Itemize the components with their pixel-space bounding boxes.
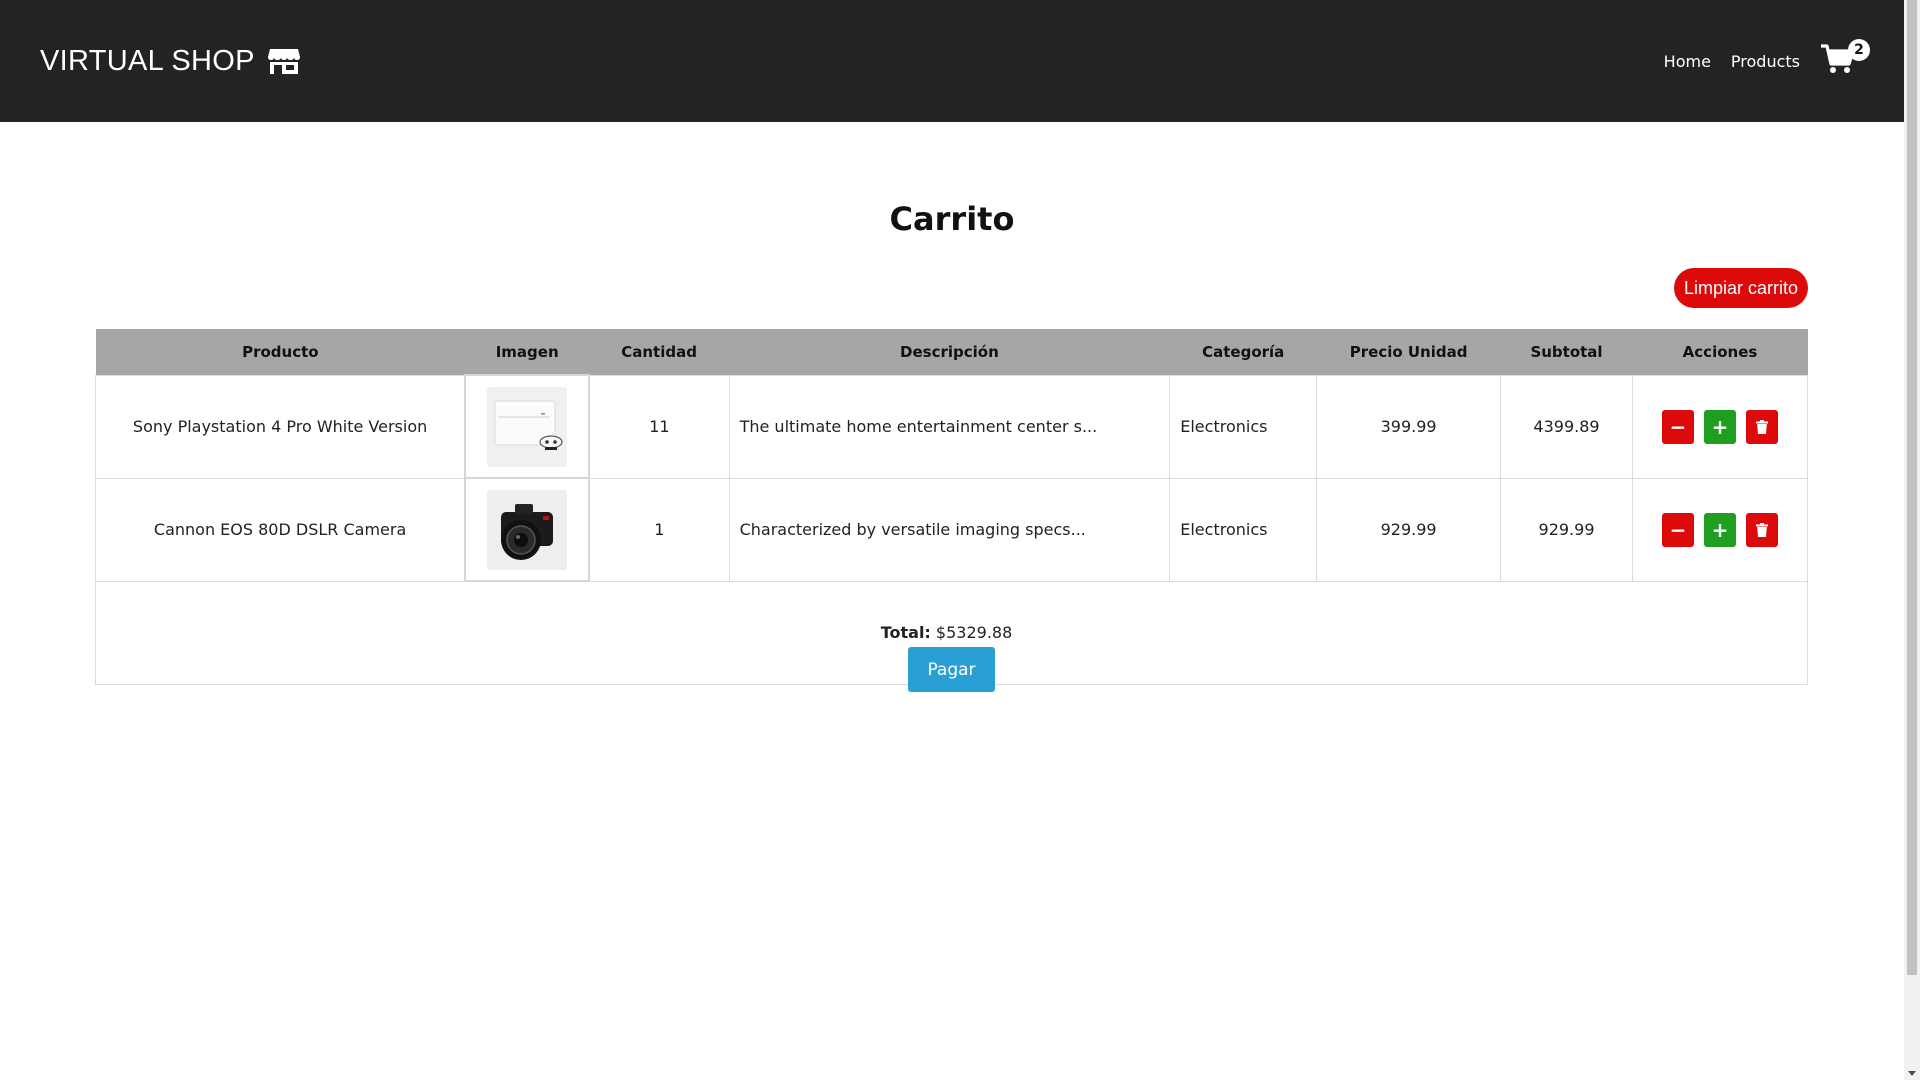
page-title: Carrito: [889, 200, 1015, 238]
scrollbar-thumb[interactable]: [1907, 0, 1917, 975]
decrease-quantity-button[interactable]: −: [1661, 512, 1694, 547]
trash-icon: [1755, 415, 1768, 439]
product-unit-price: 929.99: [1316, 477, 1502, 582]
column-header-category: Categoría: [1169, 329, 1317, 375]
column-header-actions: Acciones: [1632, 329, 1808, 375]
pay-button[interactable]: Pagar: [908, 647, 995, 692]
column-header-subtotal: Subtotal: [1500, 329, 1633, 375]
product-category: Electronics: [1169, 374, 1318, 479]
product-quantity: 1: [588, 477, 730, 582]
product-quantity: 11: [588, 374, 730, 479]
remove-item-button[interactable]: [1745, 409, 1778, 444]
increase-quantity-button[interactable]: +: [1703, 409, 1736, 444]
cart-count-badge: 2: [1848, 39, 1870, 61]
column-header-quantity: Cantidad: [589, 329, 730, 375]
nav-link-products[interactable]: Products: [1731, 52, 1800, 71]
total-value: $5329.88: [935, 623, 1013, 643]
product-description: The ultimate home entertainment center s…: [728, 374, 1171, 479]
product-unit-price: 399.99: [1316, 374, 1502, 479]
cart-button[interactable]: 2: [1820, 37, 1870, 85]
product-image-cell: [464, 477, 591, 582]
nav-links: Home Products 2: [1644, 37, 1870, 85]
product-subtotal: 4399.89: [1500, 374, 1633, 479]
scroll-down-arrow-icon[interactable]: [1908, 1071, 1916, 1076]
column-header-image: Imagen: [465, 329, 590, 375]
product-image: [487, 489, 568, 570]
navbar: VIRTUAL SHOP Home Products 2: [0, 0, 1904, 122]
table-row: Sony Playstation 4 Pro White Version 11 …: [95, 374, 1809, 479]
clear-cart-button[interactable]: Limpiar carrito: [1674, 268, 1808, 308]
product-subtotal: 929.99: [1500, 477, 1633, 582]
store-icon: [267, 47, 301, 75]
column-header-unit-price: Precio Unidad: [1316, 329, 1501, 375]
actions-cell: − +: [1631, 477, 1809, 582]
product-name: Sony Playstation 4 Pro White Version: [95, 374, 466, 479]
table-row: Cannon EOS 80D DSLR Camera 1 Characteriz…: [95, 477, 1809, 582]
column-header-product: Producto: [95, 329, 466, 375]
nav-link-home[interactable]: Home: [1664, 52, 1711, 71]
product-image-cell: [464, 374, 591, 479]
product-name: Cannon EOS 80D DSLR Camera: [95, 477, 466, 582]
page-scrollbar[interactable]: [1904, 0, 1920, 1080]
total-label: Total:: [880, 623, 931, 643]
column-header-description: Descripción: [729, 329, 1170, 375]
product-image: [487, 386, 568, 467]
table-header-row: Producto Imagen Cantidad Descripción Cat…: [95, 329, 1808, 375]
brand[interactable]: VIRTUAL SHOP: [40, 45, 301, 78]
trash-icon: [1755, 518, 1768, 542]
decrease-quantity-button[interactable]: −: [1661, 409, 1694, 444]
remove-item-button[interactable]: [1745, 512, 1778, 547]
product-category: Electronics: [1169, 477, 1318, 582]
brand-name[interactable]: VIRTUAL SHOP: [40, 45, 255, 78]
actions-cell: − +: [1631, 374, 1809, 479]
increase-quantity-button[interactable]: +: [1703, 512, 1736, 547]
cart-table: Producto Imagen Cantidad Descripción Cat…: [95, 329, 1809, 685]
product-description: Characterized by versatile imaging specs…: [728, 477, 1171, 582]
